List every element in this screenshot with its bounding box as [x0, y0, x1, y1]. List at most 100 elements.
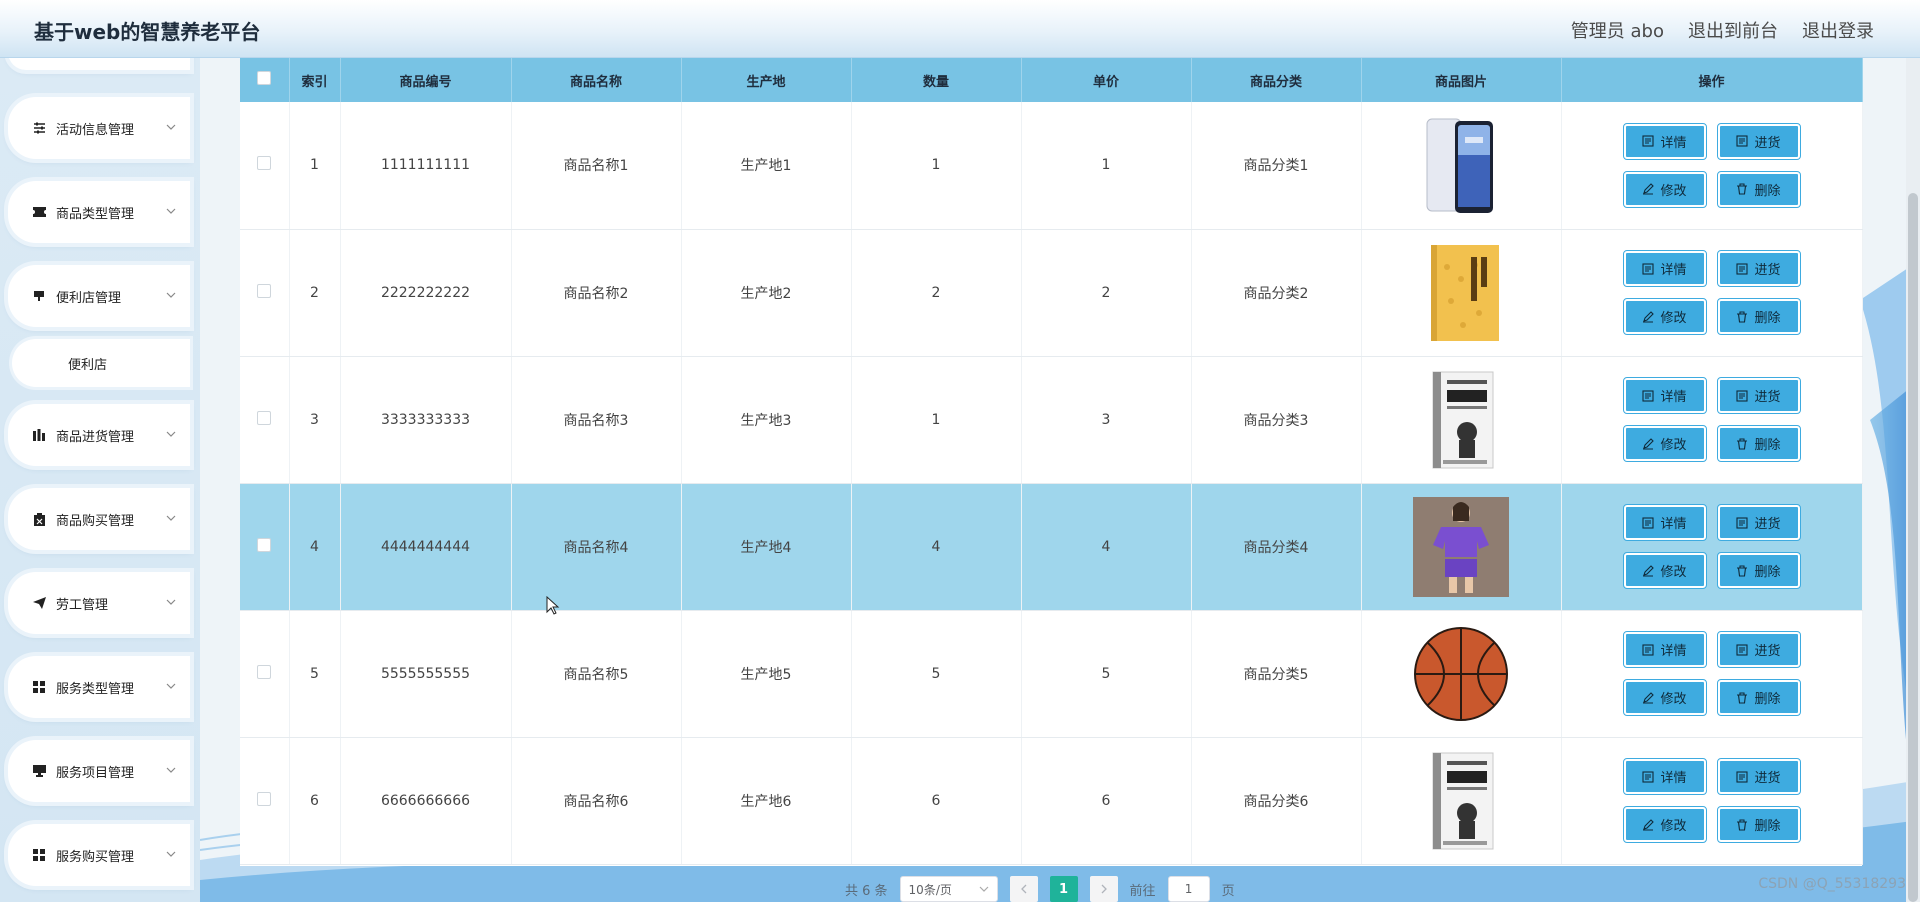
back-to-front-link[interactable]: 退出到前台 — [1688, 17, 1778, 43]
row-select-cell[interactable] — [240, 610, 290, 738]
page-number-current[interactable]: 1 — [1049, 876, 1078, 902]
delete-button[interactable]: 删除 — [1716, 170, 1801, 208]
delete-button[interactable]: 删除 — [1716, 425, 1801, 462]
detail-button[interactable]: 详情 — [1622, 122, 1707, 160]
vertical-scrollbar[interactable] — [1906, 58, 1920, 902]
stock-button[interactable]: 进货 — [1716, 758, 1801, 795]
table-row[interactable]: 4 4444444444 商品名称4 生产地4 4 4 商品分类4 详情 进货 修改 删除 — [240, 483, 1863, 611]
column-header: 索引 — [289, 58, 341, 102]
sidebar-subitem-store[interactable]: 便利店 — [12, 339, 190, 387]
table-row[interactable]: 1 1111111111 商品名称1 生产地1 1 1 商品分类1 详情 进货 修改 删除 — [240, 102, 1863, 230]
button-label: 详情 — [1660, 644, 1687, 659]
sidebar-item-labor[interactable]: 劳工管理 — [8, 572, 190, 634]
product-image — [1413, 626, 1509, 721]
app-title: 基于web的智慧养老平台 — [34, 20, 261, 44]
detail-button[interactable]: 详情 — [1622, 504, 1707, 541]
next-page-button[interactable] — [1089, 876, 1118, 902]
sidebar-item-label: 商品类型管理 — [56, 206, 135, 222]
table-row[interactable]: 2 2222222222 商品名称2 生产地2 2 2 商品分类2 详情 进货 修改 删除 — [240, 229, 1863, 357]
table-row[interactable]: 5 5555555555 商品名称5 生产地5 5 5 商品分类5 详情 进货 修改 删除 — [240, 610, 1863, 738]
table-cell-origin: 生产地3 — [681, 356, 852, 484]
actions-cell: 详情 进货 修改 删除 — [1561, 610, 1863, 738]
delete-button[interactable]: 删除 — [1716, 806, 1801, 843]
button-label: 修改 — [1660, 565, 1687, 580]
top-header: 基于web的智慧养老平台 管理员 abo 退出到前台 退出登录 — [0, 0, 1920, 58]
delete-button[interactable]: 删除 — [1716, 298, 1801, 335]
column-header: 数量 — [851, 58, 1022, 102]
table-cell-index: 5 — [289, 610, 341, 738]
chevron-down-icon — [166, 207, 176, 217]
delete-button[interactable]: 删除 — [1716, 552, 1801, 589]
stock-button[interactable]: 进货 — [1716, 377, 1801, 414]
row-select-cell[interactable] — [240, 102, 290, 230]
table-cell-name: 商品名称2 — [511, 229, 682, 357]
table-cell-origin: 生产地5 — [681, 610, 852, 738]
button-label: 详情 — [1660, 135, 1687, 151]
table-row[interactable]: 6 6666666666 商品名称6 生产地6 6 6 商品分类6 详情 进货 修改 删除 — [240, 737, 1863, 865]
table-cell-category: 商品分类1 — [1191, 102, 1362, 230]
detail-button[interactable]: 详情 — [1622, 377, 1707, 414]
edit-button[interactable]: 修改 — [1622, 170, 1707, 208]
row-checkbox[interactable] — [257, 791, 272, 806]
sidebar-item-activity[interactable]: 活动信息管理 — [8, 97, 190, 159]
table-cell-index: 4 — [289, 483, 341, 611]
goto-page-input[interactable]: 1 — [1167, 876, 1210, 902]
table-cell-code: 4444444444 — [340, 483, 512, 611]
row-select-cell[interactable] — [240, 737, 290, 865]
page-size-select[interactable]: 10条/页 — [899, 876, 998, 902]
table-cell-category: 商品分类6 — [1191, 737, 1362, 865]
select-all-header[interactable] — [240, 58, 290, 102]
table-cell-qty: 1 — [851, 102, 1022, 230]
detail-button[interactable]: 详情 — [1622, 631, 1707, 668]
chevron-down-icon — [979, 886, 988, 892]
table-cell-category: 商品分类5 — [1191, 610, 1362, 738]
sidebar-item-store[interactable]: 便利店管理 — [8, 265, 190, 327]
document-icon — [1736, 516, 1749, 529]
row-select-cell[interactable] — [240, 229, 290, 357]
delete-button[interactable]: 删除 — [1716, 679, 1801, 716]
row-checkbox[interactable] — [257, 156, 272, 171]
table-cell-price: 3 — [1021, 356, 1192, 484]
table-cell-index: 6 — [289, 737, 341, 865]
row-checkbox[interactable] — [257, 283, 272, 298]
actions-cell: 详情 进货 修改 删除 — [1561, 102, 1863, 230]
sidebar-item-service-type[interactable]: 服务类型管理 — [8, 656, 190, 718]
edit-button[interactable]: 修改 — [1622, 806, 1707, 843]
edit-button[interactable]: 修改 — [1622, 679, 1707, 716]
button-label: 删除 — [1754, 692, 1781, 707]
sidebar-item-service-project[interactable]: 服务项目管理 — [8, 740, 190, 802]
sidebar-item-service-purchase[interactable]: 服务购买管理 — [8, 824, 190, 886]
button-label: 进货 — [1754, 390, 1781, 405]
ticket-icon — [32, 205, 46, 219]
table-cell-qty: 4 — [851, 483, 1022, 611]
table-row[interactable]: 3 3333333333 商品名称3 生产地3 1 3 商品分类3 详情 进货 修改 删除 — [240, 356, 1863, 484]
edit-button[interactable]: 修改 — [1622, 552, 1707, 589]
stock-button[interactable]: 进货 — [1716, 504, 1801, 541]
row-select-cell[interactable] — [240, 483, 290, 611]
row-checkbox[interactable] — [257, 664, 272, 679]
scrollbar-thumb[interactable] — [1908, 193, 1918, 902]
stock-button[interactable]: 进货 — [1716, 631, 1801, 668]
product-image-cell — [1361, 483, 1562, 611]
table-cell-price: 4 — [1021, 483, 1192, 611]
stock-button[interactable]: 进货 — [1716, 250, 1801, 287]
sidebar-item-product-purchase[interactable]: 商品购买管理 — [8, 488, 190, 550]
sidebar-item-product-type[interactable]: 商品类型管理 — [8, 181, 190, 243]
edit-button[interactable]: 修改 — [1622, 425, 1707, 462]
row-checkbox[interactable] — [257, 537, 272, 552]
detail-button[interactable]: 详情 — [1622, 758, 1707, 795]
product-table-panel: 索引 商品编号 商品名称 生产地 数量 单价 商品分类 商品图片 操作 1 111… — [240, 58, 1863, 866]
table-cell-price: 6 — [1021, 737, 1192, 865]
stock-button[interactable]: 进货 — [1716, 122, 1801, 160]
prev-page-button[interactable] — [1009, 876, 1038, 902]
logout-link[interactable]: 退出登录 — [1802, 17, 1874, 43]
edit-button[interactable]: 修改 — [1622, 298, 1707, 335]
row-checkbox[interactable] — [257, 410, 272, 425]
detail-button[interactable]: 详情 — [1622, 250, 1707, 287]
sidebar-item-purchase-stock[interactable]: 商品进货管理 — [8, 404, 190, 466]
row-select-cell[interactable] — [240, 356, 290, 484]
chevron-down-icon — [166, 850, 176, 860]
select-all-checkbox[interactable] — [257, 71, 272, 85]
table-cell-qty: 6 — [851, 737, 1022, 865]
button-label: 详情 — [1660, 390, 1687, 405]
